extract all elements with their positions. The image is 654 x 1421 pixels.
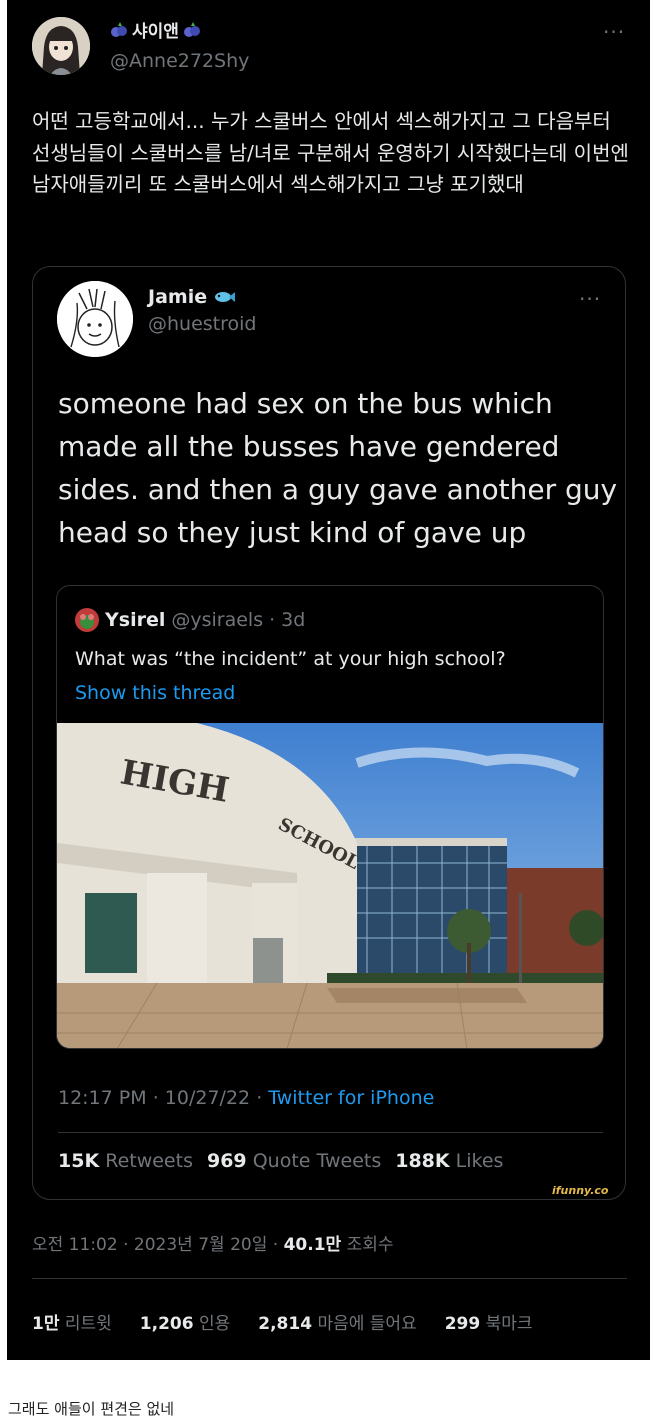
tweet-screenshot: 샤이앤 @Anne272Shy ··· 어떤 고등학교에서... 누가 스쿨버스…: [7, 0, 650, 1360]
quoted-display-name[interactable]: Jamie: [148, 286, 236, 308]
more-options-icon[interactable]: ···: [603, 20, 625, 44]
ifunny-watermark: ifunny.co: [552, 1184, 609, 1197]
quoted-handle[interactable]: @huestroid: [148, 313, 256, 335]
quoted-stats: 15K Retweets 969 Quote Tweets 188K Likes: [58, 1150, 503, 1172]
divider: [32, 1278, 627, 1279]
dot-separator: ·: [269, 609, 276, 631]
dot-separator: ·: [272, 1235, 284, 1255]
dot-separator: ·: [123, 1235, 134, 1255]
show-thread-link[interactable]: Show this thread: [75, 682, 235, 704]
display-name-text: 샤이앤: [132, 22, 179, 42]
fish-icon: [215, 292, 236, 302]
post-caption: 그래도 애들이 편견은 없네: [8, 1400, 175, 1418]
inner-age: 3d: [281, 609, 306, 631]
inner-avatar[interactable]: [75, 608, 99, 632]
quoted-more-icon[interactable]: ···: [579, 287, 601, 311]
profile-avatar[interactable]: [32, 17, 90, 75]
quote-tweets-stat[interactable]: 969 Quote Tweets: [207, 1150, 381, 1172]
views-label: 조회수: [346, 1235, 394, 1255]
likes-stat[interactable]: 188K Likes: [395, 1150, 503, 1172]
views-count: 40.1만: [283, 1235, 342, 1255]
tweet-timestamp[interactable]: 오전 11:02 · 2023년 7월 20일 · 40.1만 조회수: [32, 1230, 394, 1255]
tweet-stats: 1만 리트윗 1,206 인용 2,814 마음에 들어요 299 북마크: [32, 1309, 533, 1334]
tweet-date: 2023년 7월 20일: [133, 1235, 268, 1255]
quoted-tweet-card[interactable]: Jamie @huestroid ··· someone had sex on …: [32, 266, 626, 1200]
quoted-source-link[interactable]: Twitter for iPhone: [268, 1087, 434, 1109]
quoted-tweet-text: someone had sex on the bus which made al…: [58, 387, 618, 549]
divider: [58, 1132, 603, 1133]
bookmark-count[interactable]: 299 북마크: [445, 1309, 533, 1334]
inner-display-name[interactable]: Ysirel: [105, 609, 165, 631]
quote-count[interactable]: 1,206 인용: [140, 1309, 230, 1334]
display-name[interactable]: 샤이앤: [110, 17, 201, 42]
tweet-time: 오전 11:02: [32, 1235, 118, 1255]
dot-separator: ·: [152, 1087, 165, 1109]
tweet-text: 어떤 고등학교에서... 누가 스쿨버스 안에서 섹스해가지고 그 다음부터 선…: [32, 109, 629, 196]
retweets-stat[interactable]: 15K Retweets: [58, 1150, 193, 1172]
retweet-count[interactable]: 1만 리트윗: [32, 1309, 112, 1334]
quoted-time: 12:17 PM: [58, 1087, 147, 1109]
quoted-name-text: Jamie: [148, 286, 208, 308]
blueberry-icon: [183, 21, 200, 37]
inner-quoted-tweet[interactable]: Ysirel @ysiraels · 3d What was “the inci…: [56, 585, 604, 1049]
quoted-timestamp[interactable]: 12:17 PM · 10/27/22 · Twitter for iPhone: [58, 1087, 434, 1109]
blueberry-icon: [111, 21, 127, 37]
inner-handle[interactable]: @ysiraels: [171, 609, 263, 631]
user-handle[interactable]: @Anne272Shy: [110, 50, 249, 72]
inner-tweet-text: What was “the incident” at your high sch…: [75, 648, 506, 670]
inner-tweet-header: Ysirel @ysiraels · 3d: [75, 608, 305, 632]
like-count[interactable]: 2,814 마음에 들어요: [258, 1309, 416, 1334]
quoted-avatar[interactable]: [57, 281, 133, 357]
dot-separator: ·: [256, 1087, 269, 1109]
quoted-date: 10/27/22: [164, 1087, 251, 1109]
high-school-photo[interactable]: HIGH SCHOOL: [57, 723, 603, 1048]
